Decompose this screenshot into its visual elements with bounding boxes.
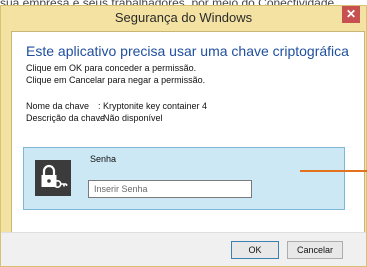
- instruction-ok: Clique em OK para conceder a permissão.: [26, 63, 197, 73]
- lock-key-icon: [35, 160, 71, 196]
- close-button[interactable]: ✕: [342, 6, 360, 23]
- password-input[interactable]: [88, 180, 252, 198]
- annotation-line: [300, 170, 367, 172]
- key-name-label: Nome da chave: [26, 101, 90, 111]
- dialog-content: Este aplicativo precisa usar uma chave c…: [11, 31, 365, 261]
- credential-tile[interactable]: Senha: [23, 147, 345, 210]
- key-name-value: : Kryptonite key container 4: [98, 101, 208, 111]
- cancel-button[interactable]: Cancelar: [287, 241, 343, 259]
- close-icon: ✕: [345, 7, 357, 21]
- dialog-footer: OK Cancelar: [1, 232, 366, 266]
- key-name-row: Nome da chave : Kryptonite key container …: [26, 101, 207, 111]
- key-description-value: : Não disponível: [98, 113, 163, 123]
- instruction-cancel: Clique em Cancelar para negar a permissã…: [26, 75, 206, 85]
- dialog-heading: Este aplicativo precisa usar uma chave c…: [26, 43, 349, 59]
- password-label: Senha: [90, 154, 117, 164]
- key-description-row: Descrição da chave: Não disponível: [26, 113, 163, 123]
- title-bar[interactable]: Segurança do Windows ✕: [1, 6, 366, 30]
- window-title: Segurança do Windows: [114, 10, 253, 25]
- ok-button[interactable]: OK: [231, 241, 279, 259]
- key-description-label: Descrição da chave: [26, 113, 106, 123]
- windows-security-dialog: Segurança do Windows ✕ Este aplicativo p…: [0, 5, 367, 267]
